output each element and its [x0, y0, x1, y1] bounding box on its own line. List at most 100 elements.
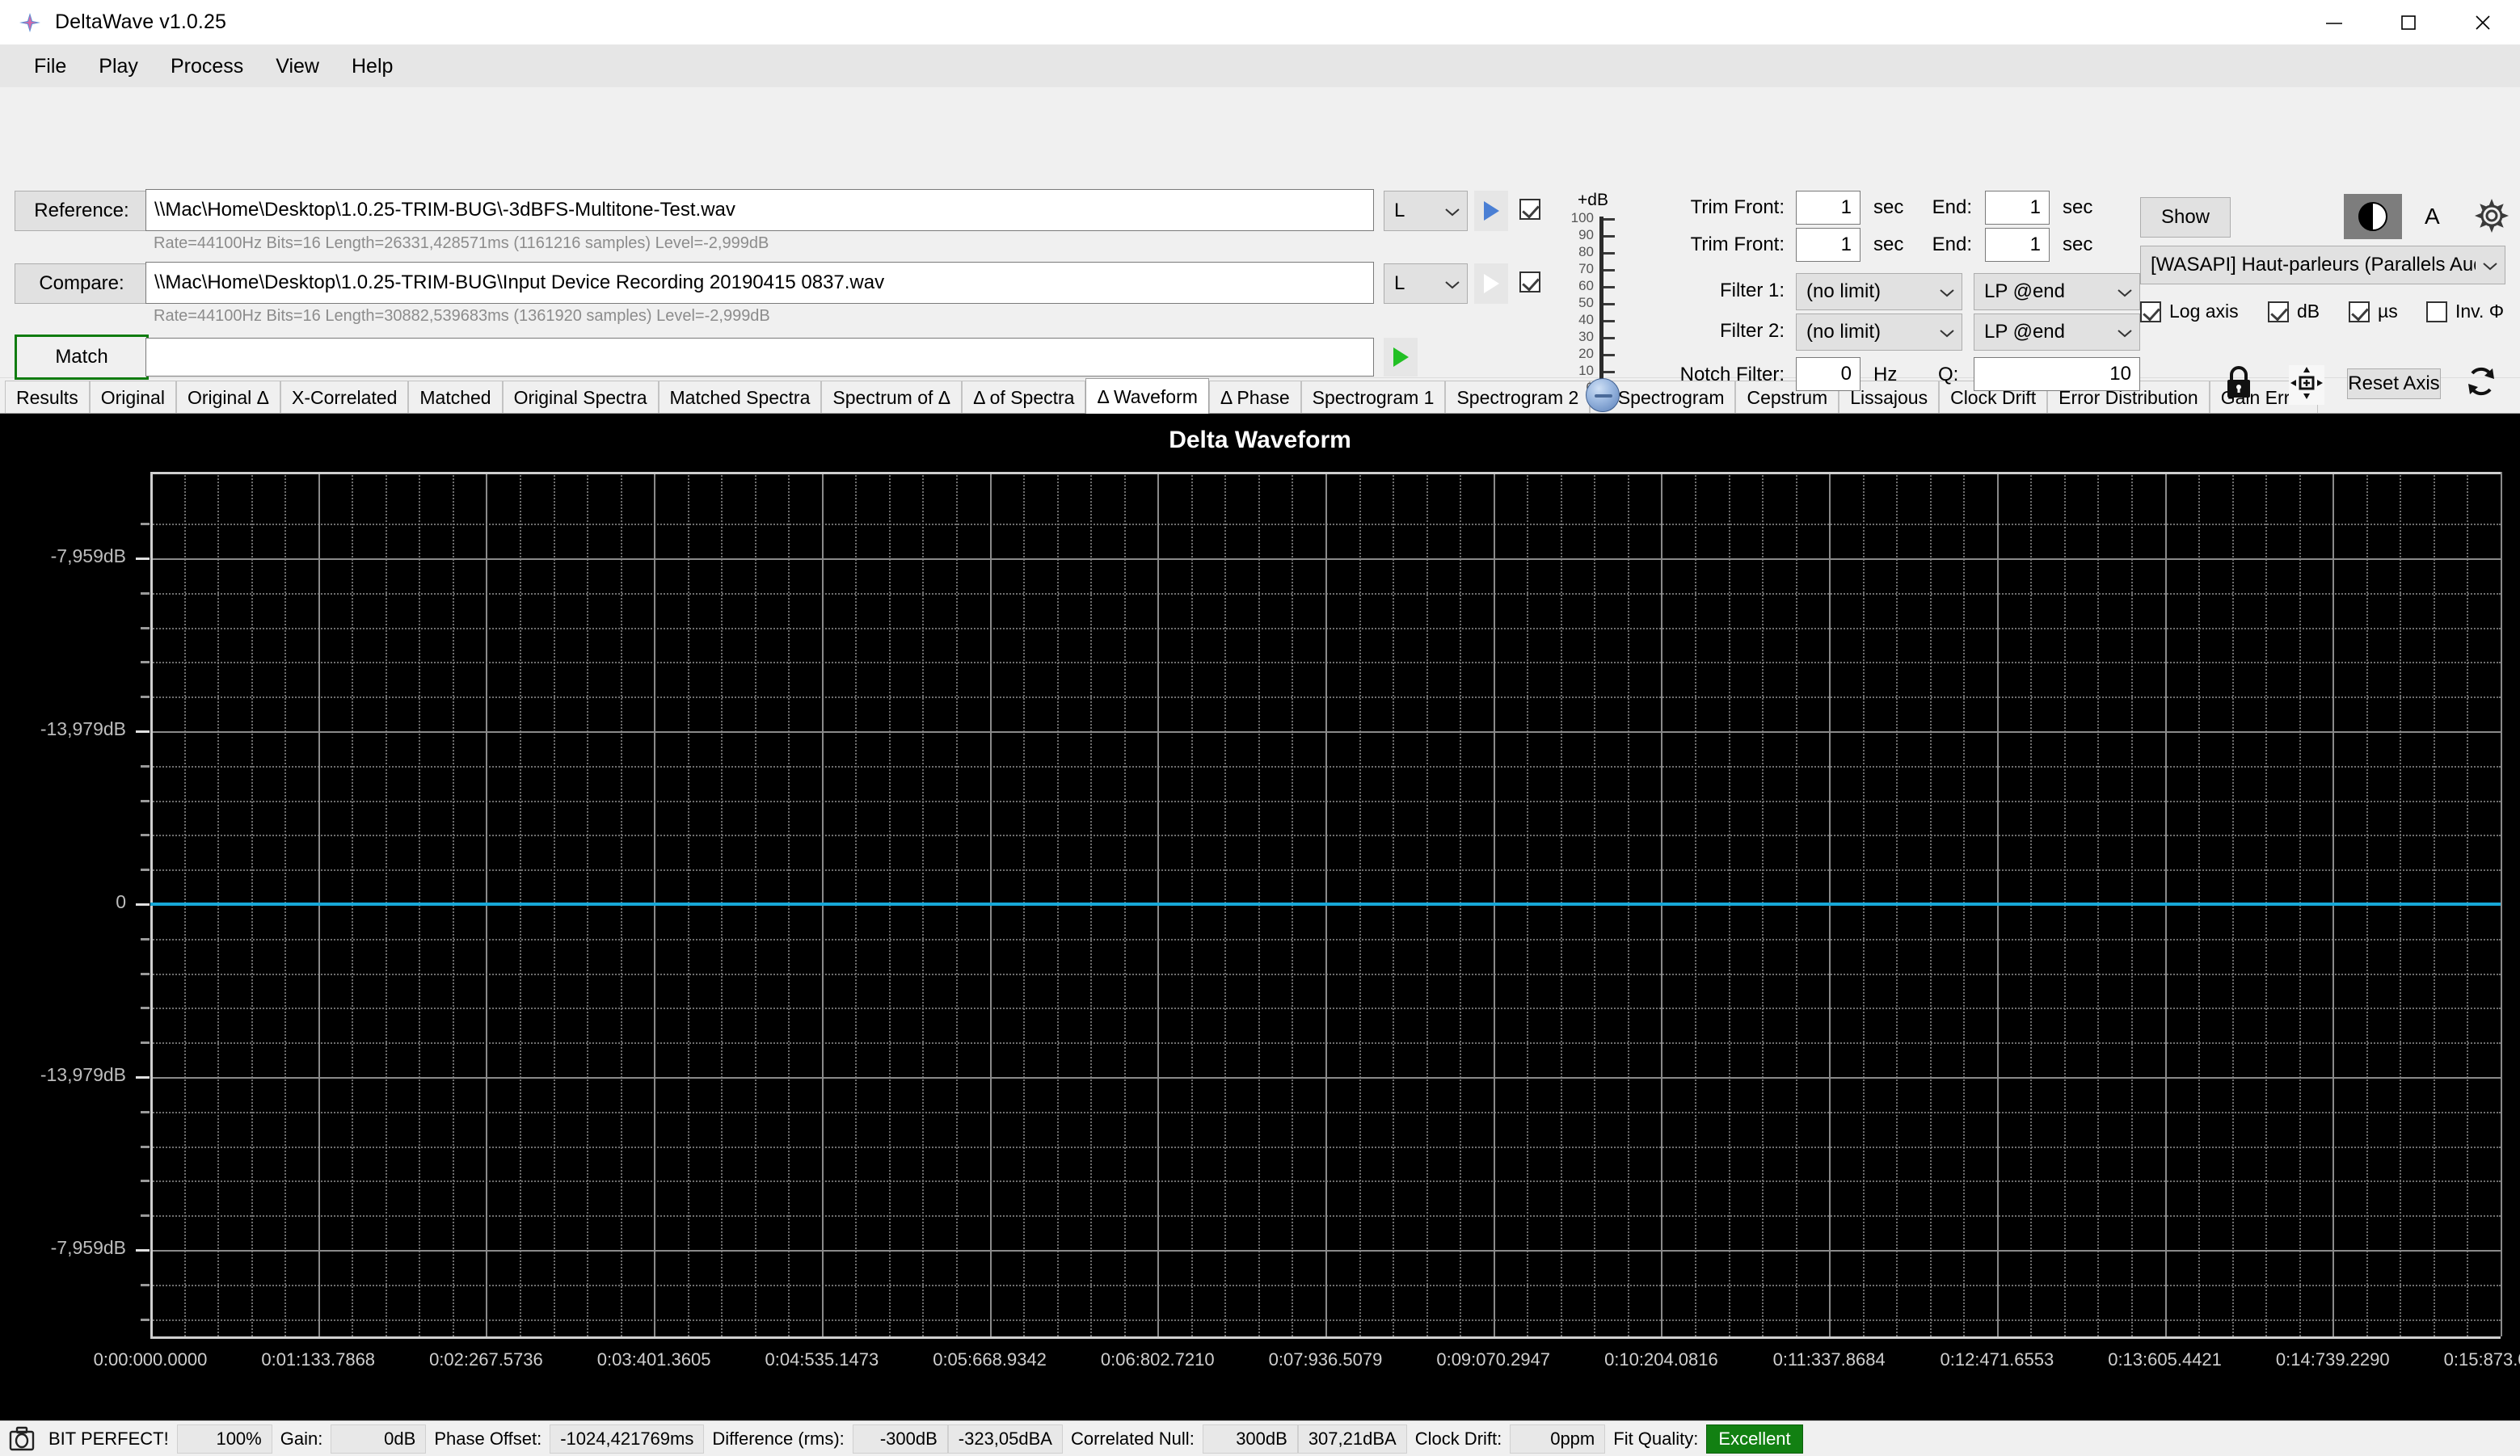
db-meter-knob[interactable]: [1586, 378, 1620, 412]
microseconds-label: µs: [2378, 301, 2398, 322]
db-meter-tick-label: 10: [1578, 363, 1594, 378]
x-axis-tick-label: 0:00:000.0000: [93, 1349, 208, 1370]
show-button[interactable]: Show: [2140, 197, 2231, 238]
y-axis-tick-label: -13,979dB: [40, 1064, 126, 1085]
y-axis-minor-tick: [141, 834, 150, 837]
delta-waveform-chart[interactable]: Delta Waveform -7,959dB -13,979dB 0 -13,979…: [0, 414, 2520, 1420]
refresh-icon[interactable]: [2463, 364, 2499, 403]
db-meter-tick-label: 100: [1570, 210, 1594, 225]
reference-button[interactable]: Reference:: [15, 191, 149, 231]
reference-channel-value: L: [1394, 200, 1405, 221]
status-value-6: 307,21dBA: [1297, 1424, 1407, 1454]
camera-icon[interactable]: [8, 1425, 36, 1453]
tab-x-correlated[interactable]: X-Correlated: [280, 381, 409, 413]
tab-of-spectra[interactable]: Δ of Spectra: [962, 381, 1086, 413]
status-label-3: Difference (rms):: [712, 1428, 845, 1449]
lock-icon[interactable]: [2223, 364, 2255, 405]
trim-front-2-input[interactable]: 1: [1796, 228, 1861, 262]
x-axis-tick-label: 0:12:471.6553: [1940, 1349, 2054, 1370]
trim-end-2-input[interactable]: 1: [1985, 228, 2050, 262]
db-meter-tick: [1603, 269, 1615, 271]
filter-2-mode-value: LP @end: [1984, 321, 2065, 343]
close-icon[interactable]: [2446, 0, 2520, 44]
compare-play-button[interactable]: [1474, 263, 1508, 304]
notch-q-label: Q:: [1938, 364, 1959, 385]
reference-path-input[interactable]: \\Mac\Home\Desktop\1.0.25-TRIM-BUG\-3dBF…: [145, 189, 1374, 231]
trim-front-1-input[interactable]: 1: [1796, 191, 1861, 225]
audio-device-select[interactable]: [WASAPI] Haut-parleurs (Parallels Audio …: [2140, 246, 2505, 284]
minimize-icon[interactable]: [2297, 0, 2371, 44]
trim-front-1-unit: sec: [1873, 196, 1904, 218]
y-axis-minor-tick: [141, 1214, 150, 1218]
status-value-3: -300dB: [852, 1424, 948, 1454]
tab-original[interactable]: Original: [89, 381, 176, 413]
tab-bar: Results Original Original Δ X-Correlated Mat…: [0, 378, 2520, 414]
contrast-icon[interactable]: [2344, 194, 2402, 239]
x-axis-tick-label: 0:10:204.0816: [1604, 1349, 1718, 1370]
waveform-line-delta: [150, 903, 2501, 906]
filter-1-limit-value: (no limit): [1806, 280, 1882, 302]
x-axis-tick-label: 0:03:401.3605: [596, 1349, 711, 1370]
trim-end-1-input[interactable]: 1: [1985, 191, 2050, 225]
tab-results[interactable]: Results: [5, 381, 90, 413]
menu-item-help[interactable]: Help: [335, 50, 409, 83]
chevron-down-icon: [1939, 321, 1955, 343]
filter-1-limit-select[interactable]: (no limit): [1796, 273, 1962, 310]
microseconds-checkbox[interactable]: µs: [2349, 301, 2398, 322]
tab-waveform[interactable]: Δ Waveform: [1085, 378, 1209, 414]
reference-channel-select[interactable]: L: [1384, 191, 1468, 231]
notch-filter-label: Notch Filter:: [1679, 364, 1785, 385]
tab-original[interactable]: Original Δ: [175, 381, 280, 413]
menu-item-view[interactable]: View: [259, 50, 335, 83]
trim-end-2-label: End:: [1932, 234, 1972, 255]
notch-hz-unit: Hz: [1873, 364, 1898, 385]
x-axis-tick-label: 0:11:337.8684: [1772, 1349, 1886, 1370]
status-label-0: BIT PERFECT!: [48, 1428, 169, 1449]
notch-q-input[interactable]: 10: [1974, 357, 2140, 391]
window-controls: [2297, 0, 2520, 44]
reset-axis-button[interactable]: Reset Axis: [2347, 368, 2441, 399]
db-meter-tick: [1603, 235, 1615, 238]
compare-path-input[interactable]: \\Mac\Home\Desktop\1.0.25-TRIM-BUG\Input…: [145, 262, 1374, 304]
db-meter-tick-label: 30: [1578, 329, 1594, 344]
menu-item-process[interactable]: Process: [154, 50, 259, 83]
match-button[interactable]: Match: [15, 335, 149, 380]
chevron-down-icon: [2117, 280, 2133, 303]
menu-item-play[interactable]: Play: [82, 50, 154, 83]
db-checkbox[interactable]: dB: [2268, 301, 2320, 322]
compare-enable-checkbox[interactable]: [1519, 271, 1540, 292]
y-axis-minor-tick: [141, 626, 150, 629]
checkbox-box: [1519, 271, 1540, 292]
chevron-down-icon: [1444, 272, 1460, 295]
compare-channel-select[interactable]: L: [1384, 263, 1468, 304]
db-meter-tick: [1603, 320, 1615, 322]
match-play-button[interactable]: [1384, 338, 1418, 377]
tab-original-spectra[interactable]: Original Spectra: [502, 381, 659, 413]
move-axis-icon[interactable]: [2289, 365, 2324, 405]
compare-button[interactable]: Compare:: [15, 263, 149, 304]
gear-icon[interactable]: [2473, 197, 2510, 238]
db-meter-tick: [1603, 354, 1615, 356]
chevron-down-icon: [1939, 280, 1955, 303]
invert-phase-checkbox[interactable]: Inv. Φ: [2426, 301, 2504, 322]
trim-front-2-unit: sec: [1873, 234, 1904, 255]
menu-item-file[interactable]: File: [18, 50, 82, 83]
tab-matched[interactable]: Matched: [408, 381, 503, 413]
tab-spectrogram-1[interactable]: Spectrogram 1: [1300, 381, 1446, 413]
play-icon: [1484, 201, 1499, 221]
maximize-icon[interactable]: [2371, 0, 2446, 44]
filter-2-limit-select[interactable]: (no limit): [1796, 314, 1962, 351]
match-status-input[interactable]: [145, 338, 1374, 377]
reference-play-button[interactable]: [1474, 191, 1508, 231]
filter-1-mode-select[interactable]: LP @end: [1974, 273, 2140, 310]
filter-2-mode-select[interactable]: LP @end: [1974, 314, 2140, 351]
log-axis-checkbox[interactable]: Log axis: [2140, 301, 2239, 322]
reference-enable-checkbox[interactable]: [1519, 199, 1540, 220]
font-A-icon[interactable]: A: [2425, 204, 2440, 229]
y-axis-minor-tick: [141, 1180, 150, 1183]
tab-spectrum-of[interactable]: Spectrum of Δ: [821, 381, 963, 413]
notch-hz-input[interactable]: 0: [1796, 357, 1861, 391]
tab-phase[interactable]: Δ Phase: [1208, 381, 1301, 413]
tab-matched-spectra[interactable]: Matched Spectra: [658, 381, 822, 413]
checkbox-box: [2268, 301, 2289, 322]
